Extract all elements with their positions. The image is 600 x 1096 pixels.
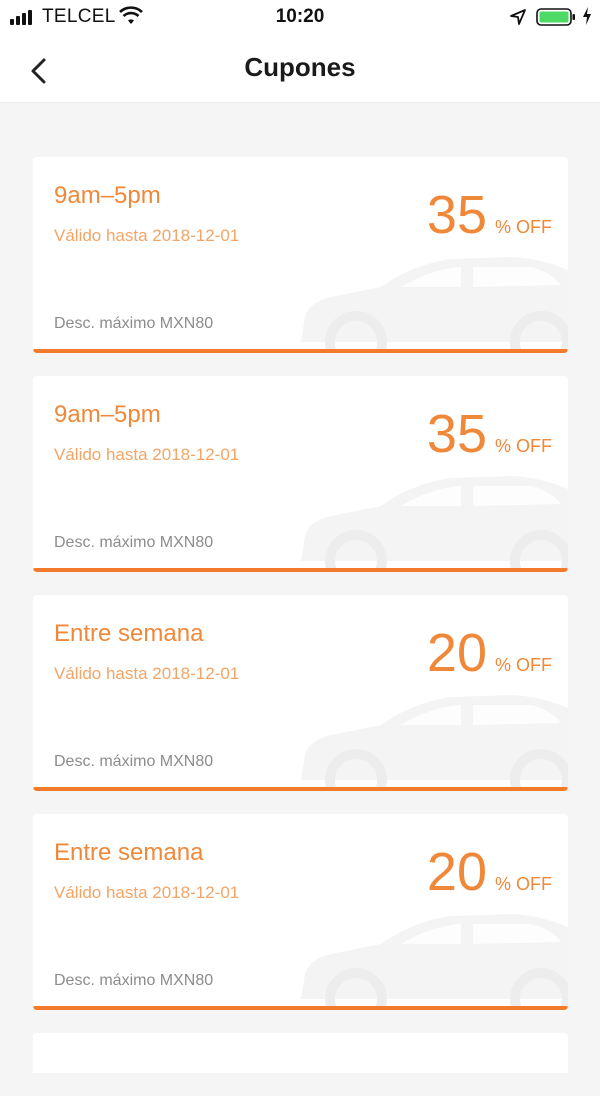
coupon-amount: 35 (426, 185, 487, 245)
coupon-amount: 20 (426, 842, 487, 902)
status-bar: TELCEL 10:20 (0, 0, 600, 34)
coupon-off-label: % OFF (495, 874, 552, 894)
car-watermark-icon (301, 476, 568, 572)
coupon-card[interactable]: Entre semana Válido hasta 2018-12-01 20%… (33, 814, 568, 1010)
coupon-validity: Válido hasta 2018-12-01 (54, 445, 240, 464)
coupon-card[interactable]: 9am–5pm Válido hasta 2018-12-01 35% OFF … (33, 376, 568, 572)
charging-bolt-icon (583, 7, 591, 25)
coupon-max-discount: Desc. máximo MXN80 (54, 534, 214, 551)
nav-bar: Cupones (0, 34, 600, 103)
coupon-off-label: % OFF (495, 436, 552, 456)
coupon-title: 9am–5pm (54, 182, 161, 209)
coupon-validity: Válido hasta 2018-12-01 (54, 664, 240, 683)
coupon-discount: 35 % OFF (427, 403, 552, 465)
car-watermark-icon (301, 695, 568, 791)
coupon-discount: 20 % OFF (427, 622, 552, 684)
coupon-off-label: % OFF (495, 655, 552, 675)
coupon-discount: 20 % OFF (427, 841, 552, 903)
coupon-title: 9am–5pm (54, 401, 161, 428)
battery-icon (536, 8, 575, 26)
coupon-underline (33, 568, 568, 572)
coupon-card-partial[interactable] (33, 1033, 568, 1073)
location-arrow-icon (510, 9, 526, 25)
page-title: Cupones (244, 52, 356, 82)
coupon-underline (33, 787, 568, 791)
coupon-off-label: % OFF (495, 217, 552, 237)
coupon-list: 9am–5pm Válido hasta 2018-12-01 35% OFF … (33, 157, 568, 1096)
coupon-max-discount: Desc. máximo MXN80 (54, 753, 214, 770)
coupon-discount: 35 % OFF (427, 184, 552, 246)
car-watermark-icon (301, 914, 568, 1010)
coupon-max-discount: Desc. máximo MXN80 (54, 315, 214, 332)
coupon-amount: 35 (426, 404, 487, 464)
coupon-title: Entre semana (54, 620, 204, 647)
car-watermark-icon (301, 257, 568, 353)
coupon-card[interactable]: 9am–5pm Válido hasta 2018-12-01 35% OFF … (33, 157, 568, 353)
coupon-underline (33, 349, 568, 353)
coupon-card[interactable]: Entre semana Válido hasta 2018-12-01 20%… (33, 595, 568, 791)
coupon-max-discount: Desc. máximo MXN80 (54, 972, 214, 989)
coupon-amount: 20 (426, 623, 487, 683)
coupon-title: Entre semana (54, 839, 204, 866)
coupon-validity: Válido hasta 2018-12-01 (54, 226, 240, 245)
coupon-underline (33, 1006, 568, 1010)
coupon-validity: Válido hasta 2018-12-01 (54, 883, 240, 902)
